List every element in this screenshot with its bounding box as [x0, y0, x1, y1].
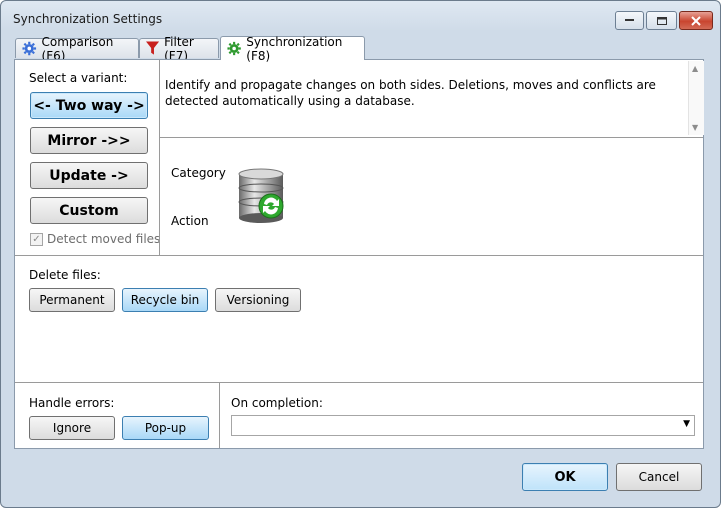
filter-icon — [146, 41, 160, 55]
gear-icon — [227, 41, 241, 56]
tab-filter[interactable]: Filter (F7) — [139, 35, 219, 63]
cancel-button[interactable]: Cancel — [616, 463, 702, 491]
section-divider — [15, 382, 703, 383]
scroll-up-icon[interactable]: ▲ — [692, 64, 698, 73]
sync-settings-panel: Select a variant: <- Two way -> Mirror -… — [14, 59, 704, 449]
detect-moved-checkbox[interactable]: ✓ Detect moved files — [30, 232, 160, 246]
database-sync-icon — [238, 168, 284, 223]
detect-moved-label: Detect moved files — [47, 232, 161, 246]
close-button[interactable] — [679, 11, 713, 30]
variant-divider — [159, 60, 160, 255]
versioning-button[interactable]: Versioning — [215, 288, 301, 312]
permanent-button[interactable]: Permanent — [29, 288, 115, 312]
maximize-icon — [656, 16, 667, 25]
on-completion-heading: On completion: — [231, 396, 323, 410]
chevron-down-icon[interactable]: ▼ — [683, 419, 690, 429]
tab-comparison[interactable]: Comparison (F6) — [15, 35, 139, 63]
update-button[interactable]: Update -> — [30, 162, 148, 189]
section-divider — [15, 255, 703, 256]
tab-label: Synchronization (F8) — [246, 34, 343, 63]
variant-description: Identify and propagate changes on both s… — [165, 78, 656, 108]
recycle-bin-button[interactable]: Recycle bin — [122, 288, 208, 312]
checkbox-box[interactable]: ✓ — [30, 232, 43, 246]
maximize-button[interactable] — [646, 11, 677, 30]
popup-button[interactable]: Pop-up — [122, 416, 209, 440]
ignore-button[interactable]: Ignore — [29, 416, 115, 440]
custom-button[interactable]: Custom — [30, 197, 148, 224]
tab-synchronization[interactable]: Synchronization (F8) — [220, 34, 365, 63]
variant-heading: Select a variant: — [29, 71, 128, 85]
minimize-button[interactable] — [615, 11, 644, 30]
close-icon — [691, 15, 701, 26]
category-label: Category — [171, 166, 226, 180]
ok-button[interactable]: OK — [522, 463, 608, 491]
window-title: Synchronization Settings — [13, 12, 163, 26]
description-divider — [159, 137, 703, 138]
minimize-icon — [625, 19, 634, 21]
on-completion-combobox[interactable]: ▼ — [231, 415, 695, 436]
mirror-button[interactable]: Mirror ->> — [30, 127, 148, 154]
description-scrollbar[interactable]: ▲ ▼ — [688, 61, 704, 135]
errors-divider — [219, 382, 220, 448]
action-label: Action — [171, 214, 209, 228]
scroll-down-icon[interactable]: ▼ — [692, 123, 698, 132]
two-way-button[interactable]: <- Two way -> — [30, 92, 148, 119]
delete-files-heading: Delete files: — [29, 268, 101, 282]
dialog-window: Synchronization Settings Comparison (F6)… — [0, 0, 721, 508]
handle-errors-heading: Handle errors: — [29, 396, 115, 410]
gear-icon — [22, 41, 37, 56]
